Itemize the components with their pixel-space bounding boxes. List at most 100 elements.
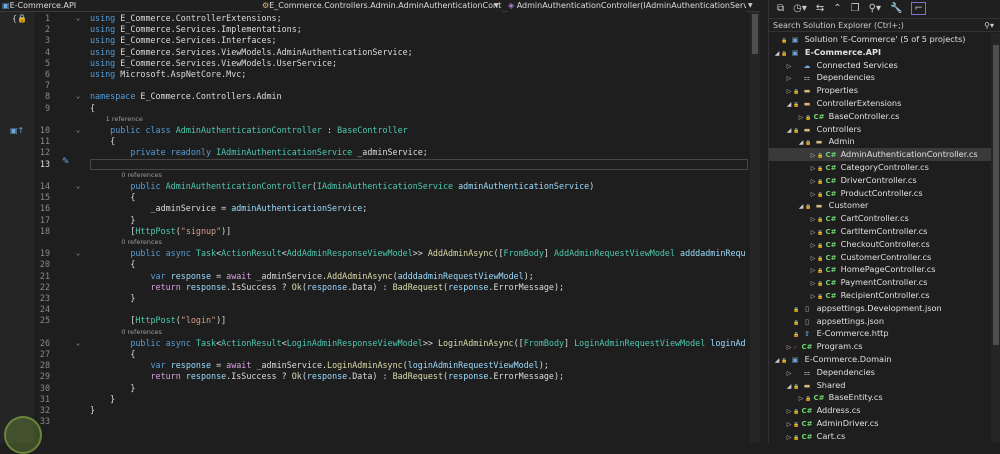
code-text[interactable]: { bbox=[90, 103, 95, 114]
code-text[interactable]: public AdminAuthenticationController(IAd… bbox=[90, 181, 594, 192]
quick-actions-icon[interactable]: ✎ bbox=[62, 157, 70, 167]
code-token: using bbox=[90, 24, 121, 35]
tree-item[interactable]: ▷ ✓ C# Program.cs bbox=[769, 340, 991, 353]
code-text[interactable]: } bbox=[90, 215, 135, 226]
tree-item[interactable]: 🔒 ⇧ E-Commerce.http bbox=[769, 327, 991, 340]
fold-chevron-icon[interactable]: ⌄ bbox=[76, 181, 80, 192]
code-token: response bbox=[170, 270, 212, 281]
preview-icon[interactable]: ⌐ bbox=[911, 2, 926, 15]
fold-chevron-icon[interactable]: ⌄ bbox=[76, 13, 80, 24]
code-token: .Data) : bbox=[347, 281, 393, 292]
code-editor[interactable]: 1 ⌄ using E_Commerce.ControllerExtensions;… bbox=[0, 12, 760, 454]
code-text[interactable]: var response = await _adminService.Login… bbox=[90, 360, 549, 371]
tree-item[interactable]: ◢ 🔒 ▬ Shared bbox=[769, 379, 991, 392]
code-text[interactable]: } bbox=[90, 383, 135, 394]
tree-item[interactable]: ◢ 🔒 ▣ E-Commerce.Domain bbox=[769, 353, 991, 366]
code-text[interactable]: } bbox=[90, 293, 135, 304]
code-text[interactable]: { bbox=[90, 136, 115, 147]
code-text[interactable]: _adminService = adminAuthenticationServi… bbox=[90, 203, 368, 214]
namespace-dropdown-label[interactable]: ⚙E_Commerce.Controllers.Admin.AdminAuthe… bbox=[262, 0, 502, 12]
collapse-all-icon[interactable]: ⌃ bbox=[833, 3, 841, 14]
code-text[interactable]: } bbox=[90, 394, 115, 405]
code-text[interactable]: [HttpPost("login")] bbox=[90, 315, 226, 326]
references-link[interactable]: 0 references bbox=[90, 237, 162, 248]
filter-icon[interactable]: ⚲▾ bbox=[869, 3, 881, 14]
scrollbar-thumb[interactable] bbox=[752, 14, 758, 54]
tree-item[interactable]: ▷ ⚏ Dependencies bbox=[769, 366, 991, 379]
tree-item[interactable]: ▷ 🔒 C# Cart.cs bbox=[769, 430, 991, 443]
code-token: .IsSuccess ? bbox=[226, 281, 292, 292]
tree-item[interactable]: ▷ 🔒 C# RecipientController.cs bbox=[769, 289, 991, 302]
fold-chevron-icon[interactable]: ⌄ bbox=[76, 125, 80, 136]
code-text[interactable]: public async Task<ActionResult<AddAdminR… bbox=[90, 248, 745, 259]
tree-item[interactable]: ▷ 🔒 C# CartItemController.cs bbox=[769, 225, 991, 238]
code-text[interactable]: return response.IsSuccess ? Ok(response.… bbox=[90, 371, 565, 382]
tree-item[interactable]: ▷ 🔒 C# CustomerController.cs bbox=[769, 251, 991, 264]
references-link[interactable]: 0 references bbox=[90, 327, 162, 338]
tree-item[interactable]: ▷ 🔒 C# PaymentController.cs bbox=[769, 276, 991, 289]
tree-item[interactable]: ▷ 🔒 C# CheckoutController.cs bbox=[769, 238, 991, 251]
tree-item[interactable]: ◢ 🔒 ▬ Controllers bbox=[769, 123, 991, 136]
tree-item[interactable]: ▷ 🔒 C# HomePageController.cs bbox=[769, 263, 991, 276]
code-text[interactable]: { bbox=[90, 349, 135, 360]
code-text[interactable]: { bbox=[90, 259, 135, 270]
search-icon[interactable]: ⚲▾ bbox=[984, 19, 994, 32]
code-text[interactable]: return response.IsSuccess ? Ok(response.… bbox=[90, 281, 565, 293]
search-solution-explorer-input[interactable]: Search Solution Explorer (Ctrl+;) ⚲▾ bbox=[769, 18, 1000, 32]
tree-item[interactable]: ▷ 🔒 C# ProductController.cs bbox=[769, 187, 991, 200]
chevron-down-icon[interactable]: ▼ bbox=[494, 0, 499, 12]
code-text[interactable]: namespace E_Commerce.Controllers.Admin bbox=[90, 91, 282, 102]
show-all-files-icon[interactable]: ❐ bbox=[851, 3, 860, 14]
tree-item[interactable]: ▷ ☁ Connected Services bbox=[769, 59, 991, 72]
tree-item[interactable]: ▷ 🔒 C# AdminDriver.cs bbox=[769, 417, 991, 430]
member-dropdown[interactable]: ◈ AdminAuthenticationController(IAdminAu… bbox=[508, 0, 746, 12]
sync-icon[interactable]: ⇆ bbox=[816, 3, 824, 14]
properties-icon[interactable]: 🔧 bbox=[890, 3, 902, 14]
tree-item[interactable]: ▷ 🔒 C# AdminAuthenticationController.cs bbox=[769, 148, 991, 161]
tree-item[interactable]: ◢ 🔒 ▬ Customer bbox=[769, 199, 991, 212]
code-text[interactable]: using Microsoft.AspNetCore.Mvc; bbox=[90, 69, 246, 80]
code-text[interactable]: public async Task<ActionResult<LoginAdmi… bbox=[90, 338, 745, 349]
tree-item[interactable]: ▷ 🔒 C# BaseEntity.cs bbox=[769, 391, 991, 404]
references-link[interactable]: 0 references bbox=[90, 170, 162, 181]
code-text[interactable]: using E_Commerce.Services.ViewModels.Adm… bbox=[90, 47, 413, 58]
tree-item[interactable]: ▷ 🔒 C# BaseController.cs bbox=[769, 110, 991, 123]
code-text[interactable]: using E_Commerce.Services.Interfaces; bbox=[90, 35, 277, 46]
fold-chevron-icon[interactable]: ⌄ bbox=[76, 248, 80, 259]
code-token: using bbox=[90, 13, 121, 23]
fold-chevron-icon[interactable]: ⌄ bbox=[76, 338, 80, 349]
vertical-scrollbar[interactable] bbox=[750, 12, 760, 443]
switch-views-icon[interactable]: ⧉ bbox=[777, 3, 784, 14]
code-text[interactable]: private readonly IAdminAuthenticationSer… bbox=[90, 147, 428, 158]
references-link[interactable]: 1 reference bbox=[90, 114, 143, 125]
code-line: 24 bbox=[0, 304, 760, 315]
tree-item[interactable]: ▷ 🔒 C# CategoryController.cs bbox=[769, 161, 991, 174]
code-text[interactable]: using E_Commerce.Services.Implementation… bbox=[90, 24, 302, 35]
tree-item[interactable]: ▷ ⚏ Dependencies bbox=[769, 71, 991, 84]
tree-item[interactable]: ◢ 🔒 ▬ ControllerExtensions bbox=[769, 97, 991, 110]
scrollbar-thumb[interactable] bbox=[993, 45, 999, 345]
code-text[interactable]: using E_Commerce.ControllerExtensions; bbox=[90, 13, 282, 24]
tree-item[interactable]: 🔒 ▣ Solution 'E-Commerce' (5 of 5 project… bbox=[769, 33, 991, 46]
code-text[interactable]: { bbox=[90, 192, 135, 203]
chevron-down-icon[interactable]: ▼ bbox=[748, 0, 753, 12]
tree-item[interactable]: ▷ 🔒 C# DriverController.cs bbox=[769, 174, 991, 187]
tree-item[interactable]: ▷ 🔒 C# Address.cs bbox=[769, 404, 991, 417]
pending-changes-icon[interactable]: ◷▾ bbox=[793, 3, 807, 14]
project-dropdown[interactable]: ▣E-Commerce.API bbox=[2, 0, 257, 12]
fold-chevron-icon[interactable]: ⌄ bbox=[76, 91, 80, 102]
tree-item[interactable]: ▷ 🔒 ▬ Properties bbox=[769, 84, 991, 97]
tree-item[interactable]: ◢ 🔒 ▣ E-Commerce.API bbox=[769, 46, 991, 59]
code-text[interactable]: [HttpPost("signup")] bbox=[90, 226, 231, 237]
code-text[interactable]: public class AdminAuthenticationControll… bbox=[90, 125, 408, 136]
tree-item[interactable]: ◢ 🔒 ▬ Admin bbox=[769, 135, 991, 148]
tree-item[interactable]: ▷ 🔒 C# CartController.cs bbox=[769, 212, 991, 225]
implementation-icon[interactable]: ▣↑ bbox=[10, 126, 24, 135]
code-text[interactable]: using E_Commerce.Services.ViewModels.Use… bbox=[90, 58, 337, 69]
code-text[interactable]: var response = await _adminService.AddAd… bbox=[90, 271, 534, 282]
tree-item[interactable]: 🔒 ▯ appsettings.json bbox=[769, 315, 991, 328]
tree-item[interactable]: 🔒 ▯ appsettings.Development.json bbox=[769, 302, 991, 315]
code-text[interactable]: } bbox=[90, 405, 95, 416]
code-token: _adminService; bbox=[357, 147, 428, 158]
